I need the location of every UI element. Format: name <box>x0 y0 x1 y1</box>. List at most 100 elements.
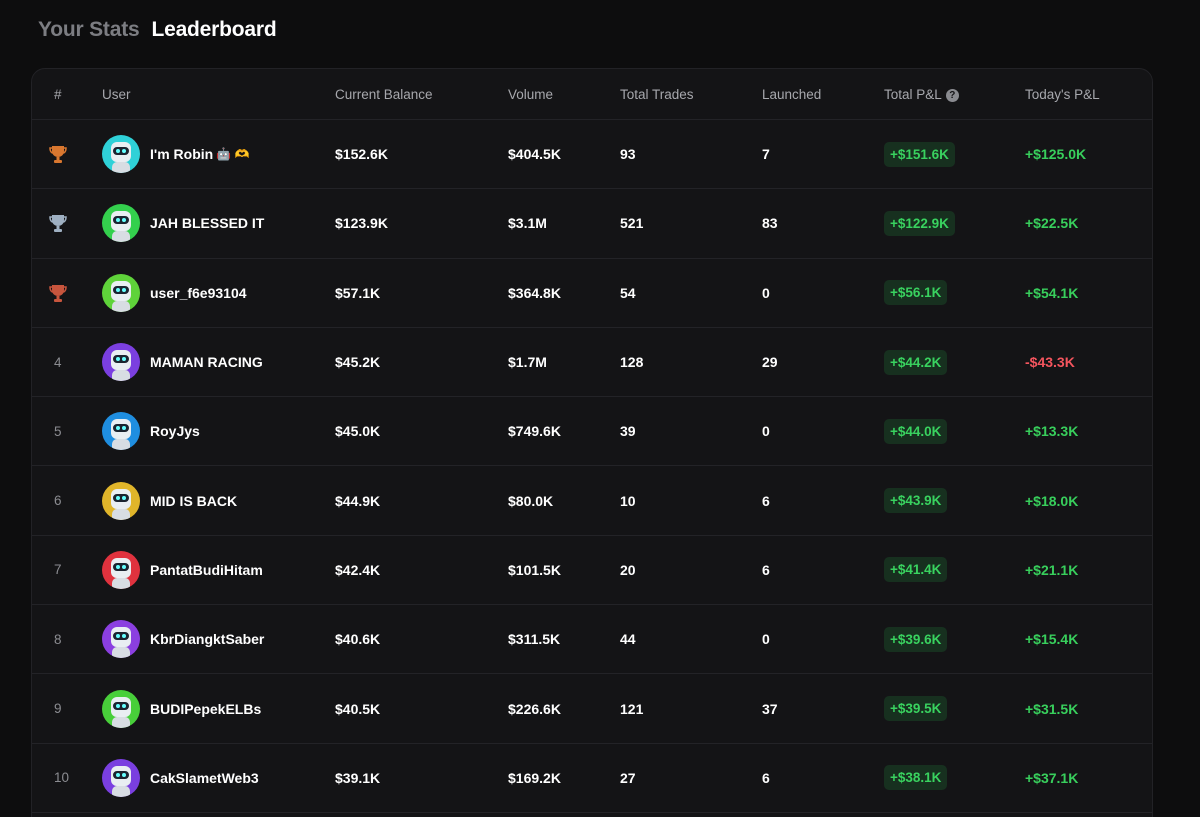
trades-cell: 44 <box>620 631 636 648</box>
today-pnl-cell: +$125.0K <box>1025 146 1087 163</box>
user-cell[interactable]: RoyJys <box>102 397 200 465</box>
total-pnl-cell: +$151.6K <box>884 120 955 188</box>
balance-cell: $45.0K <box>335 423 381 440</box>
rank-cell <box>49 259 84 327</box>
rank-cell: 6 <box>54 493 62 509</box>
avatar <box>102 204 140 243</box>
col-total-pnl-header: Total P&L? <box>884 69 959 120</box>
user-cell[interactable]: MID IS BACK <box>102 466 237 534</box>
balance-cell: $45.2K <box>335 354 381 371</box>
volume-cell: $364.8K <box>508 284 561 301</box>
table-row[interactable]: JAH BLESSED IT $123.9K $3.1M 521 83 +$12… <box>32 189 1152 259</box>
total-pnl-badge: +$39.5K <box>884 696 948 722</box>
table-row[interactable]: 5 RoyJys $45.0K $749.6K 39 0 +$44.0K +$1… <box>32 397 1152 467</box>
rank-cell: 9 <box>54 701 62 717</box>
volume-cell: $311.5K <box>508 631 561 648</box>
balance-cell: $57.1K <box>335 284 381 301</box>
username: I'm Robin <box>150 146 214 163</box>
col-today-pnl-header: Today's P&L <box>1025 87 1100 102</box>
user-cell[interactable]: MAMAN RACING <box>102 328 263 396</box>
user-cell[interactable]: I'm Robin 🤖 🫶 <box>102 120 249 188</box>
launched-cell: 0 <box>762 423 770 440</box>
table-header: # User Current Balance Volume Total Trad… <box>32 69 1152 120</box>
table-row[interactable]: 7 PantatBudiHitam $42.4K $101.5K 20 6 +$… <box>32 536 1152 606</box>
avatar <box>102 135 140 174</box>
avatar <box>102 481 140 520</box>
volume-cell: $101.5K <box>508 561 561 578</box>
avatar <box>102 689 140 728</box>
rank-cell: 8 <box>54 631 62 647</box>
balance-cell: $123.9K <box>335 215 388 232</box>
username: RoyJys <box>150 423 200 440</box>
table-row[interactable]: 9 BUDIPepekELBs $40.5K $226.6K 121 37 +$… <box>32 674 1152 744</box>
trades-cell: 93 <box>620 146 636 163</box>
total-pnl-badge: +$39.6K <box>884 626 948 652</box>
today-pnl-cell: +$21.1K <box>1025 561 1079 578</box>
trades-cell: 39 <box>620 423 636 440</box>
volume-cell: $226.6K <box>508 700 561 717</box>
table-row[interactable]: 10 CakSlametWeb3 $39.1K $169.2K 27 6 +$3… <box>32 744 1152 813</box>
trades-cell: 10 <box>620 492 636 509</box>
today-pnl-cell: +$37.1K <box>1025 769 1079 786</box>
avatar <box>102 550 140 589</box>
today-pnl-cell: +$13.3K <box>1025 423 1079 440</box>
rank-cell: 10 <box>54 770 70 786</box>
balance-cell: $42.4K <box>335 561 381 578</box>
user-cell[interactable]: KbrDiangktSaber <box>102 605 264 673</box>
table-row[interactable]: 8 KbrDiangktSaber $40.6K $311.5K 44 0 +$… <box>32 605 1152 675</box>
tab-leaderboard[interactable]: Leaderboard <box>151 18 276 42</box>
launched-cell: 0 <box>762 631 770 648</box>
total-pnl-badge: +$43.9K <box>884 488 948 514</box>
avatar <box>102 412 140 451</box>
tab-your-stats[interactable]: Your Stats <box>38 18 140 42</box>
volume-cell: $749.6K <box>508 423 561 440</box>
total-pnl-badge: +$151.6K <box>884 141 955 167</box>
launched-cell: 83 <box>762 215 778 232</box>
user-cell[interactable]: user_f6e93104 <box>102 259 247 327</box>
total-pnl-cell: +$41.4K <box>884 536 948 604</box>
rank-cell: 7 <box>54 562 62 578</box>
trophy-icon <box>49 146 67 164</box>
trophy-icon <box>49 284 67 302</box>
today-pnl-cell: +$15.4K <box>1025 631 1079 648</box>
trades-cell: 128 <box>620 354 644 371</box>
table-row[interactable]: I'm Robin 🤖 🫶 $152.6K $404.5K 93 7 +$151.… <box>32 120 1152 190</box>
username: KbrDiangktSaber <box>150 631 265 648</box>
total-pnl-cell: +$38.1K <box>884 744 948 812</box>
volume-cell: $80.0K <box>508 492 554 509</box>
col-balance-header: Current Balance <box>335 87 433 102</box>
user-cell[interactable]: PantatBudiHitam <box>102 536 263 604</box>
total-pnl-cell: +$43.9K <box>884 466 948 534</box>
user-cell[interactable]: CakSlametWeb3 <box>102 744 259 812</box>
total-pnl-badge: +$41.4K <box>884 557 948 583</box>
avatar <box>102 273 140 312</box>
table-row[interactable]: user_f6e93104 $57.1K $364.8K 54 0 +$56.1… <box>32 259 1152 328</box>
volume-cell: $169.2K <box>508 769 561 786</box>
trades-cell: 20 <box>620 561 636 578</box>
today-pnl-cell: +$31.5K <box>1025 700 1079 717</box>
col-launched-header: Launched <box>762 87 822 102</box>
col-user-header: User <box>102 87 131 102</box>
trades-cell: 121 <box>620 700 644 717</box>
user-cell[interactable]: BUDIPepekELBs <box>102 674 261 742</box>
balance-cell: $40.5K <box>335 700 381 717</box>
total-pnl-badge: +$44.0K <box>884 418 948 444</box>
username: MAMAN RACING <box>150 354 263 371</box>
total-pnl-badge: +$38.1K <box>884 765 948 791</box>
username: CakSlametWeb3 <box>150 769 259 786</box>
user-cell[interactable]: JAH BLESSED IT <box>102 189 264 257</box>
table-row[interactable]: 6 MID IS BACK $44.9K $80.0K 10 6 +$43.9K… <box>32 466 1152 536</box>
today-pnl-cell: +$54.1K <box>1025 284 1079 301</box>
avatar <box>102 758 140 797</box>
username: JAH BLESSED IT <box>150 215 265 232</box>
launched-cell: 6 <box>762 561 770 578</box>
table-row[interactable]: 4 MAMAN RACING $45.2K $1.7M 128 29 +$44.… <box>32 328 1152 398</box>
total-pnl-cell: +$56.1K <box>884 259 948 327</box>
username: PantatBudiHitam <box>150 561 263 578</box>
question-icon[interactable]: ? <box>945 89 959 102</box>
today-pnl-cell: -$43.3K <box>1025 354 1075 371</box>
trophy-icon <box>49 215 67 233</box>
launched-cell: 37 <box>762 700 778 717</box>
trades-cell: 54 <box>620 284 636 301</box>
total-pnl-cell: +$39.5K <box>884 674 948 742</box>
